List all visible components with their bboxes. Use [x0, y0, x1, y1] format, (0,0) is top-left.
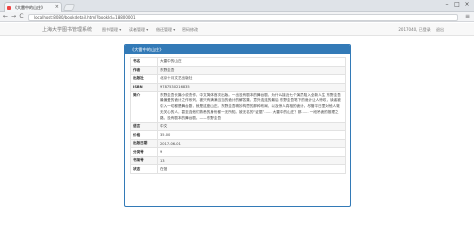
table-row: ISBN 9787530216835: [130, 82, 346, 92]
row-value: 2017-06-01: [157, 139, 346, 149]
row-value: 在馆: [157, 164, 346, 174]
row-label: 语言: [130, 122, 158, 132]
table-row: 出版日期 2017-06-01: [130, 139, 346, 149]
book-detail-table: 书名 大雷中的山庄 作者 东野圭吾 出版社 北京十月文艺出版社 ISBN 978…: [130, 57, 346, 174]
table-row: 出版社 北京十月文艺出版社: [130, 74, 346, 84]
table-row: 语言 中文: [130, 122, 346, 132]
row-value: 9787530216835: [157, 82, 346, 92]
row-value: 大雷中的山庄: [157, 57, 346, 67]
page-favicon-icon: [7, 5, 11, 10]
row-label: 价格: [130, 130, 158, 140]
nav-reader-management[interactable]: 读者管理 ▾: [129, 27, 148, 33]
row-value: 东野圭吾: [157, 65, 346, 75]
table-row: 书架号 13: [130, 156, 346, 166]
row-label: 简介: [130, 91, 158, 123]
nav-borrow-management[interactable]: 借还管理 ▾: [156, 27, 175, 33]
back-arrow-icon[interactable]: ←: [2, 13, 9, 21]
app-brand[interactable]: 上海大学图书管理系统: [42, 26, 92, 33]
row-label: 作者: [130, 65, 158, 75]
table-row: 作者 东野圭吾: [130, 65, 346, 75]
table-row: 书名 大雷中的山庄: [130, 57, 346, 67]
user-status: 2017040, 已登录 退出: [398, 27, 444, 33]
table-row: 分类号 9: [130, 147, 346, 157]
row-label: 分类号: [130, 147, 158, 157]
tab-title: 《大雷中的山庄》: [13, 5, 45, 10]
row-label: 出版日期: [130, 139, 158, 149]
row-value: 北京十月文艺出版社: [157, 74, 346, 84]
browser-tab[interactable]: 《大雷中的山庄》 ×: [4, 2, 62, 12]
app-navbar: 上海大学图书管理系统 图书管理 ▾ 读者管理 ▾ 借还管理 ▾ 密码修改 201…: [0, 23, 474, 36]
row-label: 书名: [130, 57, 158, 67]
table-row: 简介 东野圭吾长篇小说杰作，中文简体首次出版。一出没有剧本的舞台剧，为什么接近七…: [130, 91, 346, 123]
minimize-button[interactable]: –: [442, 1, 452, 8]
row-value: 东野圭吾长篇小说杰作，中文简体首次出版。一出没有剧本的舞台剧，为什么接近七个演员…: [157, 91, 346, 123]
user-info[interactable]: 2017040, 已登录: [398, 27, 430, 32]
book-detail-panel: 《大雷中的山庄》 书名 大雷中的山庄 作者 东野圭吾 出版社 北京十月文艺出版社…: [124, 44, 351, 207]
row-value: 中文: [157, 122, 346, 132]
row-value: 35.00: [157, 130, 346, 140]
table-row: 状态 在馆: [130, 164, 346, 174]
row-label: ISBN: [130, 82, 158, 92]
nav-change-password[interactable]: 密码修改: [182, 27, 198, 33]
row-label: 状态: [130, 164, 158, 174]
browser-title-bar: 《大雷中的山庄》 × – □ ×: [0, 0, 474, 12]
maximize-button[interactable]: □: [452, 1, 462, 8]
window-close-button[interactable]: ×: [462, 1, 472, 8]
panel-title: 《大雷中的山庄》: [125, 45, 350, 54]
row-value: 9: [157, 147, 346, 157]
forward-arrow-icon[interactable]: →: [10, 13, 17, 21]
row-label: 书架号: [130, 156, 158, 166]
reload-icon[interactable]: C: [18, 13, 25, 21]
browser-toolbar: ← → C localhost:8080/bookdetail.html?boo…: [0, 12, 474, 22]
row-value: 13: [157, 156, 346, 166]
tab-close-icon[interactable]: ×: [55, 3, 59, 12]
logout-link[interactable]: 退出: [436, 27, 444, 32]
row-label: 出版社: [130, 74, 158, 84]
browser-menu-icon[interactable]: ≡: [465, 13, 470, 21]
table-row: 价格 35.00: [130, 130, 346, 140]
new-tab-button[interactable]: [62, 4, 76, 11]
nav-book-management[interactable]: 图书管理 ▾: [102, 27, 121, 33]
address-bar-input[interactable]: localhost:8080/bookdetail.html?bookId=18…: [28, 13, 458, 21]
